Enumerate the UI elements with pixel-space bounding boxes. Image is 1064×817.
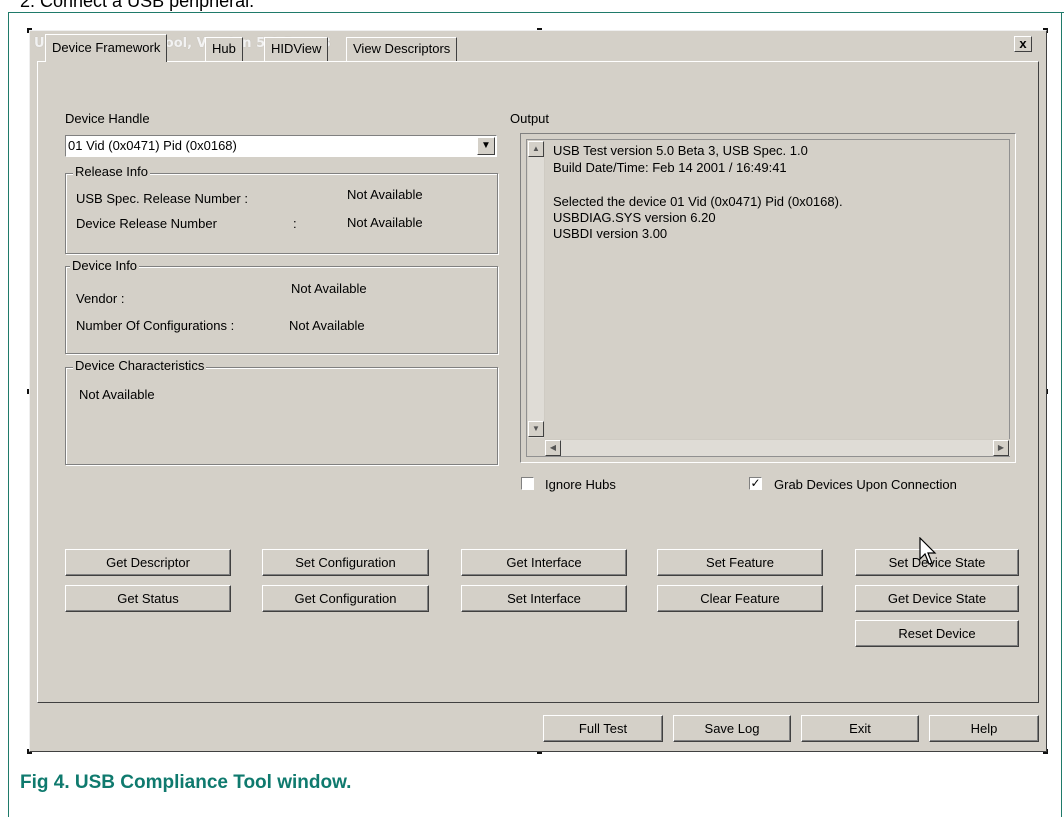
set-feature-button[interactable]: Set Feature [657, 549, 823, 576]
figure-caption: Fig 4. USB Compliance Tool window. [20, 772, 352, 793]
output-line: Build Date/Time: Feb 14 2001 / 16:49:41 [553, 160, 787, 175]
arrow-right-icon[interactable]: ▶ [993, 440, 1009, 456]
document-rule-top [8, 12, 1064, 13]
get-descriptor-button[interactable]: Get Descriptor [65, 549, 231, 576]
document-rule-left [8, 12, 9, 817]
reset-device-button[interactable]: Reset Device [855, 620, 1019, 647]
clear-feature-button[interactable]: Clear Feature [657, 585, 823, 612]
get-device-state-button[interactable]: Get Device State [855, 585, 1019, 612]
output-log[interactable]: ▲ ▼ ◀ ▶ USB Test version 5.0 Beta 3, USB… [526, 139, 1010, 457]
close-button[interactable]: x [1014, 36, 1032, 52]
output-vertical-scrollbar[interactable]: ▲ ▼ [528, 141, 545, 438]
device-info-group [65, 266, 498, 354]
tab-hub[interactable]: Hub [205, 37, 243, 61]
tab-label: Device Framework [52, 40, 161, 55]
device-characteristics-group [65, 367, 498, 465]
tab-hidview[interactable]: HIDView [264, 37, 329, 61]
chevron-down-icon[interactable]: ▼ [477, 137, 495, 155]
tab-label: Hub [212, 41, 236, 56]
usb-spec-release-label: USB Spec. Release Number : [76, 191, 248, 206]
exit-button[interactable]: Exit [801, 715, 919, 742]
get-status-button[interactable]: Get Status [65, 585, 231, 612]
grab-devices-label[interactable]: Grab Devices Upon Connection [774, 477, 957, 492]
tab-label: HIDView [271, 41, 322, 56]
set-configuration-button[interactable]: Set Configuration [262, 549, 429, 576]
output-line: USBDI version 3.00 [553, 226, 668, 241]
tab-view-descriptors[interactable]: View Descriptors [346, 37, 458, 61]
device-characteristics-value: Not Available [79, 387, 155, 402]
arrow-left-icon[interactable]: ◀ [545, 440, 561, 456]
save-log-button[interactable]: Save Log [673, 715, 791, 742]
usb-spec-release-value: Not Available [347, 187, 423, 202]
ignore-hubs-checkbox[interactable] [521, 477, 534, 490]
title-bar[interactable]: USB Compliance Tool, Version 5.0 Beta 3 … [32, 33, 1044, 53]
device-release-value: Not Available [347, 215, 423, 230]
document-step-text: 2. Connect a USB peripheral. [20, 0, 255, 11]
configurations-label: Number Of Configurations : [76, 318, 235, 333]
grab-devices-checkbox[interactable]: ✓ [749, 477, 762, 490]
device-characteristics-title: Device Characteristics [73, 358, 207, 373]
device-info-title: Device Info [70, 258, 140, 273]
output-panel: ▲ ▼ ◀ ▶ USB Test version 5.0 Beta 3, USB… [520, 133, 1016, 463]
arrow-down-icon[interactable]: ▼ [528, 421, 544, 437]
device-release-separator: : [293, 216, 297, 231]
output-line: Selected the device 01 Vid (0x0471) Pid … [553, 194, 843, 209]
device-release-label: Device Release Number [76, 216, 217, 231]
device-handle-value: 01 Vid (0x0471) Pid (0x0168) [68, 138, 237, 153]
full-test-button[interactable]: Full Test [543, 715, 663, 742]
vendor-value: Not Available [291, 281, 367, 296]
tab-device-framework[interactable]: Device Framework [45, 34, 168, 62]
get-configuration-button[interactable]: Get Configuration [262, 585, 429, 612]
device-handle-select[interactable]: 01 Vid (0x0471) Pid (0x0168) ▼ [65, 135, 497, 157]
device-handle-label: Device Handle [65, 111, 150, 126]
set-interface-button[interactable]: Set Interface [461, 585, 627, 612]
help-button[interactable]: Help [929, 715, 1039, 742]
arrow-up-icon[interactable]: ▲ [528, 141, 544, 157]
tab-label: View Descriptors [353, 41, 451, 56]
checkmark-icon: ✓ [750, 476, 761, 490]
output-line: USBDIAG.SYS version 6.20 [553, 210, 716, 225]
output-label: Output [510, 111, 550, 126]
configurations-value: Not Available [289, 318, 365, 333]
ignore-hubs-label[interactable]: Ignore Hubs [545, 477, 616, 492]
document-rule-right [1061, 12, 1062, 817]
mouse-pointer-icon [919, 537, 937, 565]
close-icon: x [1019, 36, 1027, 51]
output-horizontal-scrollbar[interactable]: ◀ ▶ [545, 439, 1010, 456]
output-line: USB Test version 5.0 Beta 3, USB Spec. 1… [553, 143, 808, 158]
get-interface-button[interactable]: Get Interface [461, 549, 627, 576]
release-info-title: Release Info [73, 164, 150, 179]
vendor-label: Vendor : [76, 291, 125, 306]
release-info-group [65, 173, 498, 254]
